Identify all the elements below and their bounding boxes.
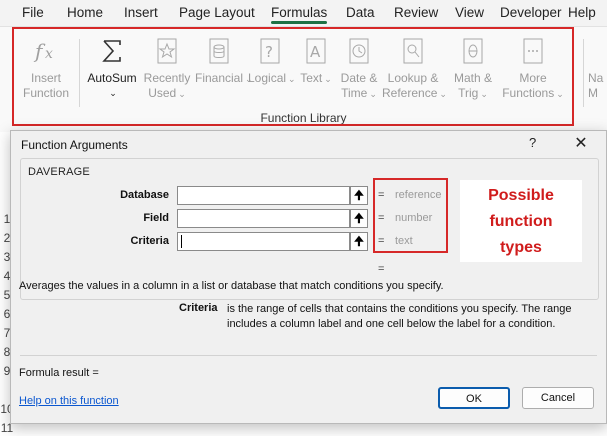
- menu-file[interactable]: File: [22, 5, 44, 20]
- database-input[interactable]: [177, 186, 350, 205]
- menu-developer[interactable]: Developer: [500, 5, 562, 20]
- field-input[interactable]: [177, 209, 350, 228]
- argument-help-name: Criteria: [179, 302, 218, 314]
- name-manager-button-partial[interactable]: Na M: [588, 71, 603, 101]
- field-label: Field: [143, 212, 169, 224]
- criteria-input[interactable]: [177, 232, 350, 251]
- menu-review[interactable]: Review: [394, 5, 438, 20]
- function-library-highlight: [12, 27, 574, 126]
- function-name: DAVERAGE: [28, 166, 90, 178]
- menu-data[interactable]: Data: [346, 5, 375, 20]
- divider: [20, 355, 597, 356]
- ok-button[interactable]: OK: [438, 387, 510, 409]
- database-label: Database: [120, 189, 169, 201]
- menu-page-layout[interactable]: Page Layout: [179, 5, 255, 20]
- menu-view[interactable]: View: [455, 5, 484, 20]
- close-icon[interactable]: ✕: [571, 133, 591, 153]
- dialog-title: Function Arguments: [21, 138, 128, 152]
- collapse-dialog-database-button[interactable]: 🠉: [350, 186, 368, 205]
- function-types-highlight: [373, 178, 448, 253]
- function-description: Averages the values in a column in a lis…: [19, 280, 444, 292]
- result-equals: =: [378, 263, 385, 275]
- collapse-dialog-criteria-button[interactable]: 🠉: [350, 232, 368, 251]
- criteria-label: Criteria: [130, 235, 169, 247]
- text-caret: [181, 235, 182, 248]
- collapse-dialog-field-button[interactable]: 🠉: [350, 209, 368, 228]
- formula-result: Formula result =: [19, 367, 99, 379]
- menu-bar: File Home Insert Page Layout Formulas Da…: [0, 0, 607, 26]
- menu-home[interactable]: Home: [67, 5, 103, 20]
- menu-insert[interactable]: Insert: [124, 5, 158, 20]
- menu-formulas[interactable]: Formulas: [271, 5, 328, 24]
- help-icon[interactable]: ?: [529, 135, 536, 150]
- ribbon-separator: [583, 39, 584, 107]
- help-on-this-function-link[interactable]: Help on this function: [19, 395, 119, 407]
- menu-help[interactable]: Help: [568, 5, 596, 20]
- possible-function-types-note: Possible function types: [460, 180, 582, 262]
- argument-help-text: is the range of cells that contains the …: [227, 303, 572, 330]
- function-arguments-dialog: Function Arguments ? ✕ DAVERAGE Database…: [10, 130, 607, 424]
- cancel-button[interactable]: Cancel: [522, 387, 594, 409]
